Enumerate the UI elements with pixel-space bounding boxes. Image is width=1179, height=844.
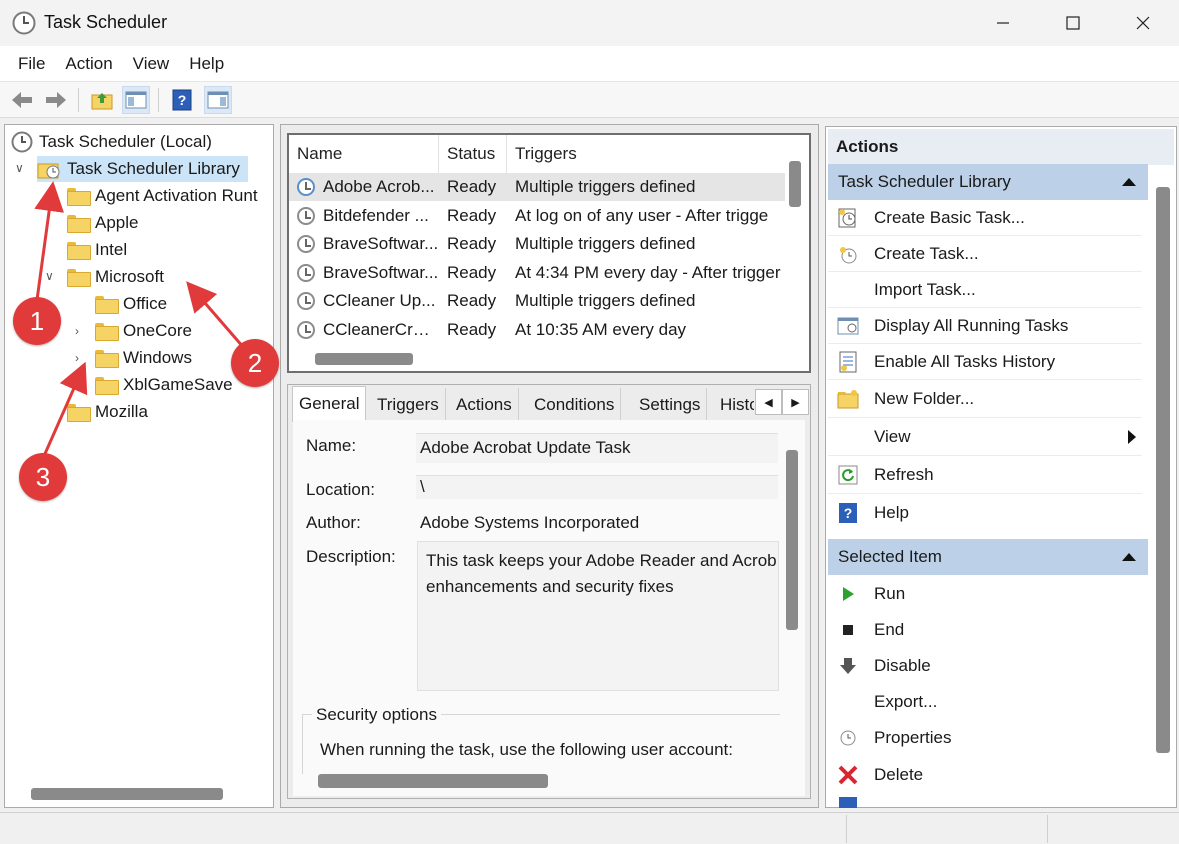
annotation-badge-1: 1	[13, 297, 61, 345]
annotation-badge-2: 2	[231, 339, 279, 387]
annotation-arrow-2	[186, 281, 246, 349]
annotation-arrow-3	[42, 361, 88, 457]
annotation-badge-3: 3	[19, 453, 67, 501]
annotation-arrows	[34, 181, 246, 457]
annotation-arrow-1	[34, 181, 65, 301]
